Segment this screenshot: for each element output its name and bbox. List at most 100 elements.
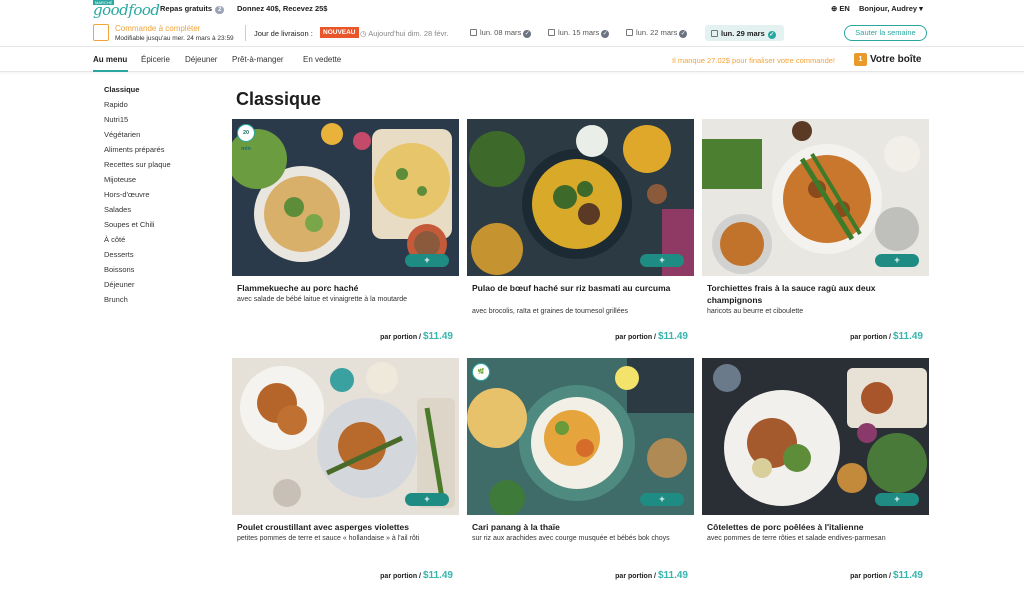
new-badge: NOUVEAU <box>320 27 359 38</box>
tab-au-menu[interactable]: Au menu <box>93 55 127 64</box>
meal-price: par portion / $11.49 <box>850 331 923 342</box>
add-to-box-button[interactable]: + <box>405 254 449 267</box>
delivery-date-active[interactable]: lun. 29 mars ✓ <box>705 25 784 41</box>
sidebar-item-classique[interactable]: Classique <box>104 84 214 99</box>
free-meals-label: Repas gratuits <box>160 4 213 13</box>
meal-price: par portion / $11.49 <box>380 331 453 342</box>
account-menu[interactable]: Bonjour, Audrey ▾ <box>859 4 923 13</box>
price-amount: $11.49 <box>422 331 453 342</box>
delivery-date-option[interactable]: lun. 15 mars ✓ <box>548 28 610 38</box>
meal-name[interactable]: Côtelettes de porc poêlées à l'italienne <box>707 521 925 533</box>
box-icon[interactable]: 1 <box>854 53 867 66</box>
price-amount: $11.49 <box>657 570 688 581</box>
sidebar-item-desserts[interactable]: Desserts <box>104 249 214 264</box>
add-to-box-button[interactable]: + <box>405 493 449 506</box>
order-status-title[interactable]: Commande à compléter <box>115 24 200 33</box>
price-amount: $11.49 <box>422 570 453 581</box>
meal-card[interactable]: + Poulet croustillant avec asperges viol… <box>232 358 459 590</box>
meal-card[interactable]: + Côtelettes de porc poêlées à l'italien… <box>702 358 929 590</box>
sidebar-item-brunch[interactable]: Brunch <box>104 294 214 309</box>
delivery-date-option[interactable]: lun. 22 mars ✓ <box>626 28 688 38</box>
divider <box>245 25 246 41</box>
meal-name[interactable]: Flammekueche au porc haché <box>237 282 455 294</box>
sidebar-item-dejeuner[interactable]: Déjeuner <box>104 279 214 294</box>
meal-photo[interactable]: + <box>702 119 929 276</box>
active-date-label: lun. 29 mars <box>721 29 765 38</box>
add-to-box-button[interactable]: + <box>875 493 919 506</box>
today-date: ◷ Aujourd'hui dim. 28 févr. <box>360 29 448 38</box>
check-circle-icon: ✓ <box>679 30 688 38</box>
free-meals-link[interactable]: Repas gratuits 2 <box>160 4 225 14</box>
top-bar: goodfood MARCHÉ Repas gratuits 2 Donnez 4… <box>0 0 1024 19</box>
today-label: Aujourd'hui dim. 28 févr. <box>368 29 449 38</box>
meal-description: petites pommes de terre et sauce « holla… <box>237 535 420 542</box>
free-meals-count: 2 <box>215 6 225 14</box>
meal-photo[interactable]: 🌿 + <box>467 358 694 515</box>
price-amount: $11.49 <box>657 331 688 342</box>
sidebar-item-hors-doeuvre[interactable]: Hors-d'œuvre <box>104 189 214 204</box>
sidebar-item-nutri15[interactable]: Nutri15 <box>104 114 214 129</box>
price-label: par portion / <box>850 334 891 341</box>
sidebar-item-mijoteuse[interactable]: Mijoteuse <box>104 174 214 189</box>
date-label: lun. 08 mars <box>480 28 522 37</box>
meal-card[interactable]: 🌿 + Cari panang à la thaïe sur riz aux a… <box>467 358 694 590</box>
chevron-down-icon: ▾ <box>919 4 923 13</box>
price-label: par portion / <box>615 334 656 341</box>
meal-name[interactable]: Poulet croustillant avec asperges violet… <box>237 521 455 533</box>
sidebar-item-soupes-chili[interactable]: Soupes et Chili <box>104 219 214 234</box>
tab-epicerie[interactable]: Épicerie <box>141 55 170 64</box>
tab-pret-a-manger[interactable]: Prêt-à-manger <box>232 55 284 64</box>
add-to-box-button[interactable]: + <box>875 254 919 267</box>
tab-en-vedette[interactable]: En vedette <box>303 55 341 64</box>
price-amount: $11.49 <box>892 331 923 342</box>
sidebar-item-rapido[interactable]: Rapido <box>104 99 214 114</box>
sidebar-item-aliments-prepares[interactable]: Aliments préparés <box>104 144 214 159</box>
calendar-icon <box>626 29 633 36</box>
add-to-box-button[interactable]: + <box>640 493 684 506</box>
meal-name[interactable]: Torchiettes frais à la sauce ragù aux de… <box>707 282 925 306</box>
meal-description: haricots au beurre et ciboulette <box>707 308 804 315</box>
tab-dejeuner[interactable]: Déjeuner <box>185 55 217 64</box>
meal-photo[interactable]: + <box>467 119 694 276</box>
meal-card[interactable]: + Pulao de bœuf haché sur riz basmati au… <box>467 119 694 351</box>
meal-photo[interactable]: + <box>232 358 459 515</box>
price-label: par portion / <box>380 334 421 341</box>
price-label: par portion / <box>615 573 656 580</box>
meal-photo[interactable]: + <box>702 358 929 515</box>
referral-link[interactable]: Donnez 40$, Recevez 25$ <box>237 4 327 13</box>
meal-price: par portion / $11.49 <box>850 570 923 581</box>
order-deadline: Modifiable jusqu'au mer. 24 mars à 23:59 <box>115 35 234 42</box>
clock-icon: ◷ <box>360 29 367 38</box>
add-to-box-button[interactable]: + <box>640 254 684 267</box>
meal-name[interactable]: Pulao de bœuf haché sur riz basmati au c… <box>472 282 690 294</box>
check-circle-icon: ✓ <box>523 30 532 38</box>
delivery-day-label: Jour de livraison : <box>254 29 313 38</box>
meal-description: avec pommes de terre rôties et salade en… <box>707 535 886 542</box>
meal-description: avec brocolis, raïta et graines de tourn… <box>472 308 629 315</box>
meal-price: par portion / $11.49 <box>380 570 453 581</box>
meal-card[interactable]: 20 min + Flammekueche au porc haché avec… <box>232 119 459 351</box>
price-label: par portion / <box>380 573 421 580</box>
sidebar-item-salades[interactable]: Salades <box>104 204 214 219</box>
language-switch[interactable]: ⊕ EN <box>831 4 850 13</box>
skip-week-button[interactable]: Sauter la semaine <box>844 25 927 41</box>
price-amount: $11.49 <box>892 570 923 581</box>
sidebar-item-vegetarien[interactable]: Végétarien <box>104 129 214 144</box>
meal-card[interactable]: + Torchiettes frais à la sauce ragù aux … <box>702 119 929 351</box>
active-tab-indicator <box>93 70 128 72</box>
sidebar-item-a-cote[interactable]: À côté <box>104 234 214 249</box>
check-circle-icon: ✓ <box>767 31 776 39</box>
your-box-button[interactable]: Votre boîte <box>870 54 921 65</box>
calendar-icon <box>470 29 477 36</box>
language-label: EN <box>839 4 850 13</box>
sidebar-item-recettes-plaque[interactable]: Recettes sur plaque <box>104 159 214 174</box>
goodfood-logo[interactable]: goodfood MARCHÉ <box>93 0 160 19</box>
meal-description: avec salade de bébé laitue et vinaigrett… <box>237 296 408 303</box>
meal-price: par portion / $11.49 <box>615 331 688 342</box>
delivery-date-option[interactable]: lun. 08 mars ✓ <box>470 28 532 38</box>
missing-amount-notice: Il manque 27.02$ pour finaliser votre co… <box>672 56 836 65</box>
meal-photo[interactable]: 20 min + <box>232 119 459 276</box>
sidebar-item-boissons[interactable]: Boissons <box>104 264 214 279</box>
meal-name[interactable]: Cari panang à la thaïe <box>472 521 690 533</box>
vegetarian-badge: 🌿 <box>472 363 490 381</box>
